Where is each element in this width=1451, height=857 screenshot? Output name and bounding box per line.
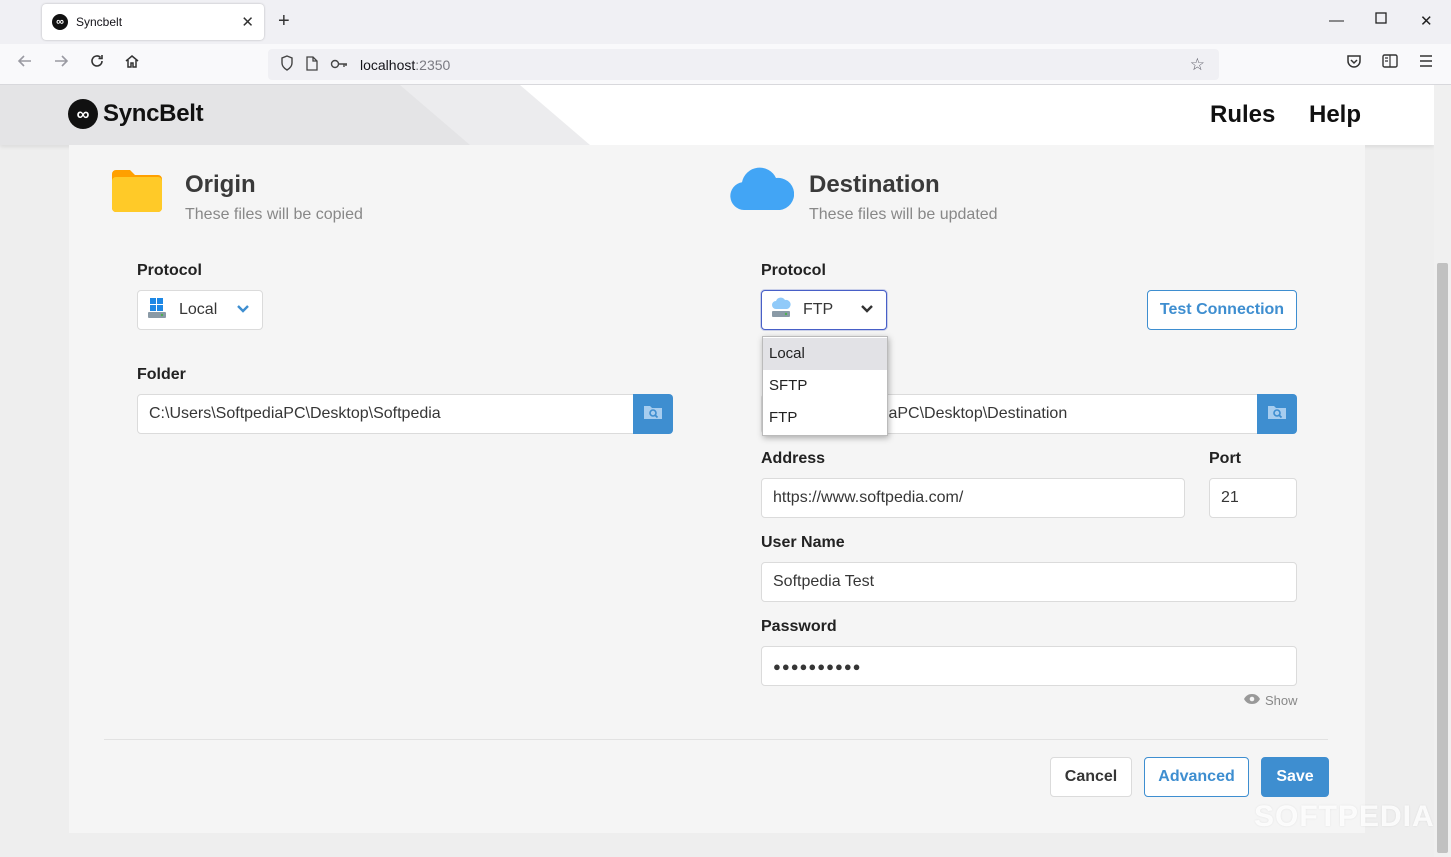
tab-title: Syncbelt bbox=[76, 15, 123, 29]
origin-protocol-label: Protocol bbox=[137, 262, 202, 279]
syncbelt-logo[interactable]: ∞ SyncBelt bbox=[68, 99, 204, 129]
protocol-option-local[interactable]: Local bbox=[763, 338, 887, 370]
show-password-toggle[interactable]: Show bbox=[1243, 693, 1298, 708]
test-connection-button[interactable]: Test Connection bbox=[1147, 290, 1297, 330]
port-label: Port bbox=[1209, 450, 1241, 467]
destination-browse-folder-button[interactable] bbox=[1257, 394, 1297, 434]
new-tab-button[interactable]: + bbox=[278, 10, 290, 33]
username-input[interactable]: Softpedia Test bbox=[761, 562, 1297, 602]
save-button[interactable]: Save bbox=[1261, 757, 1329, 797]
windows-drive-icon bbox=[147, 297, 167, 324]
destination-subtitle: These files will be updated bbox=[809, 206, 998, 223]
close-tab-icon[interactable]: ✕ bbox=[241, 13, 254, 31]
footer-divider bbox=[104, 739, 1328, 740]
nav-rules[interactable]: Rules bbox=[1210, 101, 1275, 129]
pocket-icon[interactable] bbox=[1345, 52, 1363, 75]
menu-icon[interactable] bbox=[1418, 52, 1434, 75]
protocol-option-ftp[interactable]: FTP bbox=[763, 402, 887, 434]
url-bar[interactable]: localhost:2350 ☆ bbox=[268, 49, 1219, 80]
shield-icon[interactable] bbox=[280, 55, 294, 74]
destination-title: Destination bbox=[809, 171, 940, 198]
password-label: Password bbox=[761, 618, 837, 635]
browser-tab-bar: ∞ Syncbelt ✕ + — ✕ bbox=[0, 0, 1451, 44]
browser-nav-bar: localhost:2350 ☆ bbox=[0, 44, 1451, 85]
username-label: User Name bbox=[761, 534, 845, 551]
url-text: localhost:2350 bbox=[360, 56, 451, 73]
origin-folder-input[interactable]: C:\Users\SoftpediaPC\Desktop\Softpedia bbox=[137, 394, 634, 434]
password-input[interactable]: ●●●●●●●●●● bbox=[761, 646, 1297, 686]
destination-protocol-label: Protocol bbox=[761, 262, 826, 279]
destination-protocol-select[interactable]: FTP bbox=[761, 290, 887, 330]
folder-search-icon bbox=[643, 404, 663, 425]
softpedia-watermark: SOFTPEDIA bbox=[1254, 800, 1435, 833]
origin-protocol-value: Local bbox=[179, 301, 218, 318]
origin-title: Origin bbox=[185, 171, 256, 198]
app-page: ∞ SyncBelt Rules Help bbox=[0, 85, 1434, 857]
advanced-button[interactable]: Advanced bbox=[1144, 757, 1249, 797]
origin-protocol-select[interactable]: Local bbox=[137, 290, 263, 330]
address-label: Address bbox=[761, 450, 826, 467]
brand-name: SyncBelt bbox=[103, 100, 204, 127]
syncbelt-favicon-icon: ∞ bbox=[52, 14, 68, 30]
origin-subtitle: These files will be copied bbox=[185, 206, 363, 223]
eye-icon bbox=[1243, 693, 1261, 708]
cloud-drive-icon bbox=[771, 297, 791, 324]
port-input[interactable]: 21 bbox=[1209, 478, 1297, 518]
nav-help[interactable]: Help bbox=[1309, 101, 1361, 129]
app-header: ∞ SyncBelt Rules Help bbox=[0, 85, 1434, 145]
cancel-button[interactable]: Cancel bbox=[1050, 757, 1132, 797]
reader-view-icon[interactable] bbox=[1381, 52, 1399, 75]
show-password-label: Show bbox=[1265, 693, 1298, 708]
bookmark-star-icon[interactable]: ☆ bbox=[1190, 55, 1205, 75]
folder-icon bbox=[110, 168, 164, 217]
origin-browse-folder-button[interactable] bbox=[633, 394, 673, 434]
minimize-icon[interactable]: — bbox=[1329, 12, 1344, 29]
protocol-dropdown-list: Local SFTP FTP bbox=[762, 336, 888, 436]
destination-protocol-value: FTP bbox=[803, 301, 834, 318]
browser-tab[interactable]: ∞ Syncbelt ✕ bbox=[42, 4, 264, 40]
home-icon[interactable] bbox=[123, 52, 141, 75]
back-icon[interactable] bbox=[16, 52, 34, 75]
address-input[interactable]: https://www.softpedia.com/ bbox=[761, 478, 1185, 518]
key-icon[interactable] bbox=[330, 57, 348, 73]
forward-icon[interactable] bbox=[52, 52, 70, 75]
scrollbar-thumb[interactable] bbox=[1437, 263, 1448, 853]
folder-search-icon bbox=[1267, 404, 1287, 425]
infinity-logo-icon: ∞ bbox=[68, 99, 98, 129]
maximize-icon[interactable] bbox=[1375, 11, 1387, 28]
page-scrollbar[interactable] bbox=[1434, 85, 1451, 857]
cloud-icon bbox=[728, 166, 795, 217]
origin-folder-label: Folder bbox=[137, 366, 186, 383]
chevron-down-icon bbox=[860, 302, 874, 321]
chevron-down-icon bbox=[236, 302, 250, 321]
protocol-option-sftp[interactable]: SFTP bbox=[763, 370, 887, 402]
reload-icon[interactable] bbox=[88, 52, 106, 75]
page-icon[interactable] bbox=[306, 55, 318, 74]
close-window-icon[interactable]: ✕ bbox=[1420, 12, 1433, 30]
